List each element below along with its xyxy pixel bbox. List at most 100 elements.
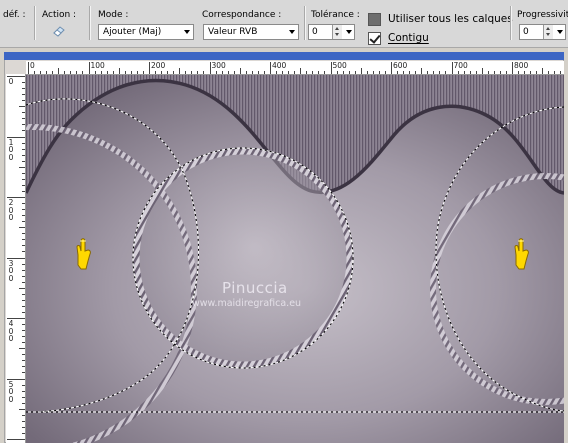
spin-arrows-icon[interactable] (543, 25, 553, 39)
ruler-tick (439, 71, 441, 74)
use-all-layers-label: Utiliser tous les calques (388, 13, 513, 25)
ruler-tick (40, 71, 42, 74)
ruler-tick (22, 130, 25, 132)
ruler-tick (318, 71, 320, 74)
chevron-down-icon[interactable] (346, 30, 352, 34)
ruler-tick (22, 160, 25, 162)
ruler-tick (245, 71, 247, 74)
ruler-tick (512, 62, 513, 74)
progressivity-spinner[interactable]: 0 (519, 24, 566, 40)
ruler-tick (22, 88, 25, 90)
ruler-tick (185, 71, 187, 74)
ruler-tick (106, 71, 108, 74)
ruler-tick (391, 62, 392, 74)
ruler-label: 0 (7, 78, 15, 86)
ruler-tick (22, 124, 25, 126)
ruler-tick (251, 71, 253, 74)
watermark-url: www.maidiregrafica.eu (192, 298, 302, 309)
canvas-image[interactable] (26, 75, 564, 443)
contiguous-label: Contigu (388, 32, 429, 44)
ruler-tick (536, 71, 538, 74)
ruler-tick (142, 71, 144, 74)
ruler-tick (179, 68, 181, 74)
ruler-label: 0 (30, 61, 35, 70)
action-label: Action : (42, 10, 77, 20)
ruler-tick (118, 68, 120, 74)
ruler-tick (22, 142, 25, 144)
ruler-tick (227, 71, 229, 74)
ruler-tick (548, 71, 550, 74)
ruler-label: 500 (332, 61, 347, 70)
ruler-tick (505, 71, 507, 74)
ruler-tick (197, 71, 199, 74)
pointing-hand-icon (74, 235, 94, 271)
canvas-artwork (26, 75, 564, 443)
ruler-tick (330, 62, 332, 74)
ruler-tick (22, 426, 25, 428)
ruler-tick (22, 324, 25, 326)
ruler-tick (22, 245, 25, 247)
contiguous-checkbox[interactable] (368, 32, 381, 45)
spin-arrows-icon[interactable] (332, 25, 342, 39)
ruler-tick (270, 62, 271, 74)
ruler-tick (288, 71, 290, 74)
ruler-tick (22, 203, 25, 205)
ruler-tick (306, 71, 308, 74)
ruler-tick (263, 71, 265, 74)
ruler-label-digit: 0 (8, 77, 14, 86)
ruler-tick (46, 71, 48, 74)
ruler-tick (34, 71, 36, 74)
ruler-tick (161, 71, 163, 74)
ruler-tick (82, 71, 84, 74)
ruler-tick (22, 100, 25, 102)
ruler-tick (64, 71, 66, 74)
document-title-bar[interactable] (4, 52, 564, 60)
ruler-tick (294, 71, 296, 74)
ruler-tick (342, 71, 344, 74)
ruler-tick (348, 71, 350, 74)
match-mode-dropdown[interactable]: Valeur RVB (203, 24, 299, 40)
ruler-tick (136, 71, 138, 74)
ruler-tick (22, 184, 25, 186)
ruler-tick (276, 71, 278, 74)
ruler-tick (300, 68, 302, 74)
ruler-tick (221, 71, 223, 74)
ruler-tick (28, 62, 29, 74)
ruler-tick (19, 227, 25, 229)
chevron-down-icon[interactable] (557, 30, 563, 34)
ruler-label: 400 (7, 320, 15, 343)
ruler-tick (130, 71, 132, 74)
tolerance-spinner[interactable]: 0 (308, 24, 355, 40)
ruler-tick (22, 311, 25, 313)
ruler-label: 300 (211, 61, 226, 70)
use-all-layers-checkbox[interactable] (368, 13, 381, 26)
ruler-tick (173, 71, 175, 74)
action-eraser-icon[interactable] (52, 25, 66, 37)
ruler-tick (22, 263, 25, 265)
ruler-tick (415, 71, 417, 74)
ruler-tick (22, 396, 25, 398)
ruler-tick (58, 68, 60, 74)
ruler-tick (445, 71, 447, 74)
ruler-tick (22, 420, 25, 422)
ruler-tick (215, 71, 217, 74)
toolbar-separator (510, 6, 512, 40)
match-mode-label: Correspondance : (202, 10, 282, 20)
ruler-tick (384, 71, 386, 74)
ruler-tick (22, 354, 25, 356)
ruler-tick (22, 239, 25, 241)
mode-dropdown[interactable]: Ajouter (Maj) (98, 24, 194, 40)
ruler-label: 200 (151, 61, 166, 70)
ruler-tick (409, 71, 411, 74)
ruler-tick (22, 178, 25, 180)
mode-value: Ajouter (Maj) (103, 27, 162, 37)
ruler-tick (7, 439, 25, 440)
ruler-tick (19, 287, 25, 289)
ruler-tick (52, 71, 54, 74)
toolbar-separator (89, 6, 91, 40)
ruler-tick (530, 71, 532, 74)
ruler-tick (22, 384, 25, 386)
ruler-tick (203, 71, 205, 74)
ruler-label: 700 (453, 61, 468, 70)
ruler-tick (19, 408, 25, 410)
